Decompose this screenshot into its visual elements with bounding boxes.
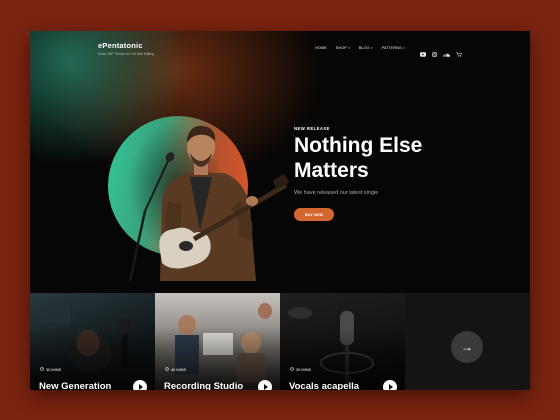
clock-icon <box>290 367 294 372</box>
instagram-icon[interactable] <box>432 44 437 62</box>
nav-label: SHOP <box>335 45 347 50</box>
nav-item-shop[interactable]: SHOP ▾ <box>336 45 350 50</box>
nav-item-patterns[interactable]: PATTERNS ▾ <box>382 45 405 50</box>
social-icons <box>420 44 462 62</box>
video-card[interactable]: 20 MINS Vocals acapella <box>280 293 405 390</box>
browser-frame: ePentatonic Music WP Theme for Full Site… <box>30 31 530 390</box>
card-title[interactable]: New Generation <box>39 381 111 390</box>
chevron-down-icon: ▾ <box>371 45 373 50</box>
play-icon[interactable] <box>133 380 147 390</box>
duration-label: 30 MINS <box>46 367 62 372</box>
card-overlay <box>155 293 280 390</box>
soundcloud-icon[interactable] <box>443 44 451 62</box>
cart-icon[interactable] <box>456 44 462 62</box>
duration-label: 20 MINS <box>296 367 312 372</box>
play-icon[interactable] <box>383 380 397 390</box>
site-brand[interactable]: ePentatonic Music WP Theme for Full Site… <box>98 41 154 56</box>
nav-item-blog[interactable]: BLOG ▾ <box>359 45 373 50</box>
card-duration: 30 MINS <box>40 367 61 372</box>
duration-label: 40 MINS <box>171 367 187 372</box>
chevron-down-icon: ▾ <box>348 45 350 50</box>
card-overlay <box>30 293 155 390</box>
card-overlay <box>280 293 405 390</box>
card-duration: 20 MINS <box>290 367 311 372</box>
site-tagline: Music WP Theme for Full Site Editing <box>98 52 155 56</box>
video-card[interactable]: 40 MINS Recording Studio <box>155 293 280 390</box>
play-icon[interactable] <box>258 380 272 390</box>
nav-label: PATTERNS <box>381 45 402 50</box>
video-card[interactable]: 30 MINS New Generation <box>30 293 155 390</box>
clock-icon <box>165 367 169 372</box>
main-nav: HOME SHOP ▾ BLOG ▾ PATTERNS ▾ <box>315 45 405 50</box>
arrow-right-icon: → <box>461 340 473 354</box>
youtube-icon[interactable] <box>420 44 426 62</box>
nav-label: HOME <box>315 45 327 50</box>
hero-eyebrow: NEW RELEASE <box>294 126 330 131</box>
chevron-down-icon: ▾ <box>403 45 405 50</box>
next-arrow-button[interactable]: → <box>451 331 483 363</box>
card-title[interactable]: Recording Studio <box>164 381 243 390</box>
musician-image <box>128 125 289 282</box>
card-duration: 40 MINS <box>165 367 186 372</box>
site-logo-text[interactable]: ePentatonic <box>98 41 154 50</box>
nav-label: BLOG <box>358 45 370 50</box>
nav-item-home[interactable]: HOME <box>315 45 327 50</box>
buy-now-button[interactable]: BUY NOW <box>294 208 334 221</box>
hero-title: Nothing Else Matters <box>294 134 423 182</box>
card-title[interactable]: Vocals acapella <box>289 381 359 390</box>
clock-icon <box>40 367 44 372</box>
hero-subtitle: We have released our latest single <box>294 190 379 196</box>
